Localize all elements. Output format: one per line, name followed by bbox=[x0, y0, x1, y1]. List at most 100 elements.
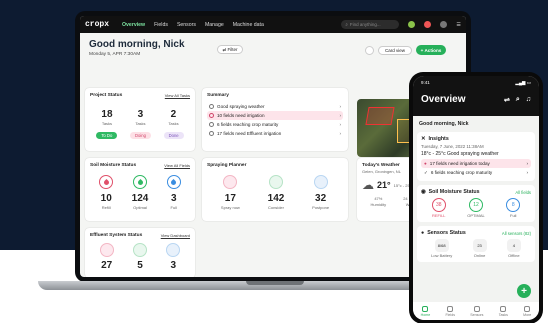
home-icon bbox=[422, 305, 429, 312]
search-input[interactable]: ⌕ Find anything... bbox=[341, 20, 400, 29]
stat-value: 38 bbox=[431, 198, 446, 212]
search-button[interactable] bbox=[365, 45, 374, 55]
summary-row[interactable]: 6 fields reaching crop maturity › bbox=[207, 120, 343, 129]
spraying-planner-card: Spraying Planner 17 Spray now 142 Consider… bbox=[202, 158, 348, 221]
effluent-icon bbox=[99, 243, 114, 257]
summary-card: Summary Good spraying weather › 10 fields… bbox=[202, 88, 348, 151]
stat-label: Refill bbox=[101, 205, 111, 210]
logo: cropx bbox=[85, 20, 110, 29]
refill-drop-icon bbox=[99, 175, 114, 189]
summary-row[interactable]: 10 fields need irrigation › bbox=[207, 111, 343, 120]
summary-text: Good spraying weather bbox=[217, 104, 265, 109]
search-placeholder: Find anything... bbox=[349, 22, 381, 27]
chevron-right-icon: › bbox=[339, 131, 341, 136]
stat-label: Full bbox=[510, 213, 517, 218]
status-time: 9:41 bbox=[421, 80, 430, 85]
nav-sensors[interactable]: Sensors bbox=[470, 305, 483, 317]
drop-icon: ● bbox=[424, 161, 427, 166]
filter-button[interactable]: ⇌ Filter bbox=[217, 45, 243, 54]
toolbar: Card view + Actions bbox=[365, 45, 446, 55]
todo-pill[interactable]: To Do bbox=[96, 132, 118, 139]
chevron-right-icon: › bbox=[526, 161, 528, 166]
insight-row[interactable]: ✓ 6 fields reaching crop maturity › bbox=[421, 168, 531, 177]
stat-label: Spray now bbox=[220, 205, 240, 210]
nav-tasks[interactable]: Tasks bbox=[499, 305, 508, 317]
calendar-icon[interactable] bbox=[440, 21, 448, 28]
sensor-icon: ● bbox=[421, 230, 425, 236]
phone-title: Overview bbox=[421, 94, 466, 105]
battery-icon: 8/68 bbox=[434, 239, 449, 252]
filter-icon: ⇌ bbox=[222, 46, 227, 52]
stat-value: 17 bbox=[224, 193, 236, 204]
stat-value: 4 bbox=[512, 243, 515, 248]
stat-value: 12 bbox=[468, 198, 483, 212]
card-title: Soil Moisture Status bbox=[428, 189, 480, 195]
stat-label: Tasks bbox=[101, 121, 113, 126]
insight-row[interactable]: ● 17 fields need irrigation today › bbox=[421, 159, 531, 168]
more-icon bbox=[524, 305, 531, 312]
stat-label: Offline bbox=[508, 253, 520, 258]
done-pill[interactable]: Done bbox=[163, 132, 184, 139]
effluent-icon bbox=[166, 243, 181, 257]
search-icon[interactable]: ⌕ bbox=[516, 96, 520, 104]
nav-overview[interactable]: Overview bbox=[122, 22, 145, 28]
nav-home[interactable]: Home bbox=[421, 305, 430, 317]
add-button[interactable]: + bbox=[517, 284, 531, 298]
full-drop-icon bbox=[166, 175, 181, 189]
humidity-value: 47% bbox=[374, 196, 383, 201]
view-dashboard-link[interactable]: View Dashboard bbox=[161, 233, 190, 238]
card-view-select[interactable]: Card view bbox=[378, 45, 412, 55]
card-title: Sensors Status bbox=[427, 230, 466, 236]
stat-value: 8 bbox=[506, 198, 521, 212]
chevron-right-icon: › bbox=[339, 122, 341, 127]
nav-fields[interactable]: Fields bbox=[445, 305, 455, 317]
stat-label: Postpone bbox=[312, 205, 330, 210]
bell-icon[interactable]: ♫ bbox=[526, 96, 531, 104]
actions-button[interactable]: + Actions bbox=[416, 45, 446, 55]
nav-more[interactable]: More bbox=[523, 305, 531, 317]
crop-icon: ✓ bbox=[424, 169, 428, 175]
view-all-tasks-link[interactable]: View All Tasks bbox=[165, 93, 190, 98]
signal-icon: ▂▄▆ ▭ bbox=[515, 80, 531, 85]
insights-card: ✕ Insights Tuesday, 7 June, 2022 11:38AM … bbox=[417, 132, 535, 181]
menu-icon[interactable]: ☰ bbox=[456, 22, 461, 28]
doing-pill[interactable]: Doing bbox=[129, 132, 151, 139]
summary-text: 10 fields need irrigation bbox=[217, 113, 265, 118]
nav-manage[interactable]: Manage bbox=[205, 22, 224, 28]
effluent-icon bbox=[209, 131, 214, 136]
stat-label: Low Battery bbox=[431, 253, 453, 258]
stat-value: 27 bbox=[101, 260, 113, 271]
nav-fields[interactable]: Fields bbox=[154, 22, 168, 28]
nav-machine-data[interactable]: Machine data bbox=[233, 22, 264, 28]
filter-icon[interactable]: ⇌ bbox=[504, 96, 510, 104]
phone-screen: 9:41 ▂▄▆ ▭ Overview ⇌ ⌕ ♫ Good morning, Nick… bbox=[413, 76, 539, 320]
weather-temp: 21° bbox=[377, 180, 391, 190]
summary-row[interactable]: 17 fields need Effluent irrigation › bbox=[207, 129, 343, 138]
laptop-notch bbox=[246, 281, 304, 285]
fields-icon bbox=[447, 305, 454, 312]
all-sensors-link[interactable]: All sensors (82) bbox=[502, 231, 531, 236]
filter-label: Filter bbox=[227, 47, 238, 52]
cloud-icon: ☁ bbox=[362, 178, 374, 192]
field-outline[interactable] bbox=[365, 107, 395, 125]
stat-value: 3 bbox=[171, 193, 177, 204]
stat-label: Tasks bbox=[135, 121, 146, 126]
avatar[interactable] bbox=[408, 21, 416, 28]
nav-sensors[interactable]: Sensors bbox=[177, 22, 196, 28]
all-fields-link[interactable]: All fields bbox=[515, 190, 531, 195]
summary-row[interactable]: Good spraying weather › bbox=[207, 102, 343, 111]
chevron-right-icon: › bbox=[526, 170, 528, 175]
weather-icon bbox=[209, 104, 214, 109]
view-all-fields-link[interactable]: View All Fields bbox=[164, 163, 190, 168]
insight-text: 17 fields need irrigation today bbox=[429, 161, 490, 166]
notification-icon[interactable] bbox=[424, 21, 432, 28]
card-title: Insights bbox=[428, 136, 449, 142]
stat-label: Full bbox=[170, 205, 177, 210]
stat-value: 10 bbox=[100, 193, 112, 204]
stat-value: 23 bbox=[477, 243, 482, 248]
chevron-right-icon: › bbox=[339, 104, 341, 109]
top-nav: cropx Overview Fields Sensors Manage Mac… bbox=[80, 16, 466, 33]
humidity-label: Humidity bbox=[370, 202, 387, 207]
stat-label: REFILL bbox=[431, 213, 446, 218]
summary-text: 6 fields reaching crop maturity bbox=[217, 122, 279, 127]
